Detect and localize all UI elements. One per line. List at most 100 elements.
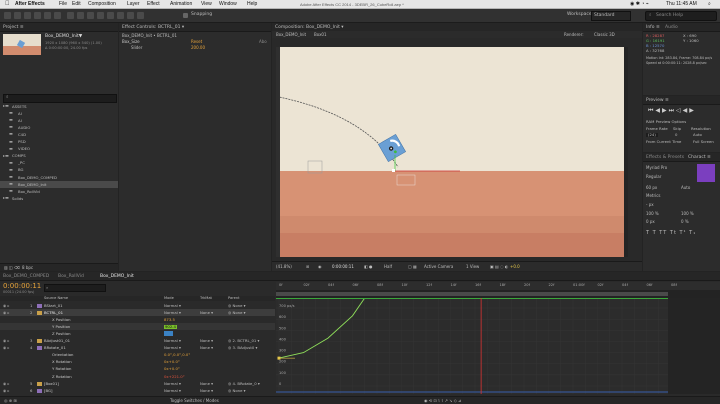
exposure-value[interactable]: +0.0 xyxy=(510,265,520,269)
layer-mode-select[interactable]: Normal ▾ xyxy=(164,388,181,393)
stroke-width-value[interactable]: - px xyxy=(646,203,654,207)
about-link[interactable]: Abo xyxy=(259,40,267,44)
menu-view[interactable]: View xyxy=(201,1,212,7)
work-area-bar[interactable] xyxy=(276,290,720,298)
layer-row[interactable]: ◉ ▸ 6 [BG] Normal ▾ None ▾ ◎ None ▾ xyxy=(0,387,275,394)
property-value-field[interactable] xyxy=(164,331,173,337)
layer-row[interactable]: ◉ ▸ 5 [Box01] Normal ▾ None ▾ ◎ 4. BRotate_0 … xyxy=(0,380,275,387)
visibility-toggle-icon[interactable]: ◉ ▸ xyxy=(3,346,9,350)
rotate-tool-icon[interactable] xyxy=(34,12,41,19)
effect-name[interactable]: Box_Size xyxy=(122,40,140,44)
work-area-range[interactable] xyxy=(276,292,668,296)
property-name[interactable]: Y Rotation xyxy=(52,367,71,371)
visibility-toggle-icon[interactable]: ◉ ▸ xyxy=(3,303,9,308)
project-tree-item[interactable]: ▬ VIDEO xyxy=(0,146,118,153)
layer-label-color[interactable] xyxy=(37,346,42,351)
reset-link[interactable]: Reset xyxy=(191,40,202,44)
visibility-toggle-icon[interactable]: ◉ ▸ xyxy=(3,310,9,315)
project-tree-item[interactable]: ▬ AUDIO xyxy=(0,124,118,131)
font-size-value[interactable]: 60 px xyxy=(646,186,657,190)
renderer-value[interactable]: Classic 3D xyxy=(594,33,615,37)
tab-project[interactable]: Project ≡ xyxy=(3,24,24,31)
magnification-select[interactable]: (41.8%) xyxy=(276,265,292,269)
layer-name[interactable]: BRotate_01 xyxy=(44,346,66,350)
font-family-select[interactable]: Myriad Pro xyxy=(646,166,667,170)
property-row[interactable]: Orientation 0.0°,0.0°,0.0° xyxy=(0,352,275,359)
resolution-select[interactable]: Auto xyxy=(693,133,702,137)
app-menu[interactable]: After Effects xyxy=(15,1,45,7)
snapshot-icon[interactable]: ◧ ● xyxy=(364,265,373,269)
property-value[interactable]: 0x+221.0° xyxy=(164,374,185,379)
property-value[interactable]: 0x+0.0° xyxy=(164,360,180,364)
property-row[interactable]: X Position 873.5 xyxy=(0,316,275,323)
visibility-toggle-icon[interactable]: ◉ ▸ xyxy=(3,388,9,393)
hand-tool-icon[interactable] xyxy=(14,12,21,19)
property-name[interactable]: X Rotation xyxy=(52,360,72,364)
column-trkmat[interactable]: TrkMat xyxy=(200,296,212,301)
layer-mode-select[interactable]: Normal ▾ xyxy=(164,381,181,386)
timeline-timecode[interactable]: 0:00:00:11 xyxy=(3,283,41,290)
property-value[interactable]: 873.5 xyxy=(164,317,175,322)
layer-trkmat-select[interactable]: None ▾ xyxy=(200,346,213,350)
font-style-select[interactable]: Regular xyxy=(646,175,661,179)
layer-name[interactable]: BStart_01 xyxy=(44,303,63,308)
menu-animation[interactable]: Animation xyxy=(170,1,192,7)
project-tree-item[interactable]: ▬ PSD xyxy=(0,139,118,146)
slider-value[interactable]: 200.00 xyxy=(191,46,205,50)
pen-tool-icon[interactable] xyxy=(77,12,84,19)
comp-flowchart-icon[interactable]: ◎ ⊕ ⊞ xyxy=(4,399,17,403)
layer-row[interactable]: ◉ ▸ 1 BStart_01 Normal ▾ ◎ None ▾ xyxy=(0,302,275,309)
comp-scrollbar[interactable] xyxy=(624,47,628,257)
project-tree-item[interactable]: ▬ Box_DEMO_Init xyxy=(0,181,118,189)
layer-trkmat-select[interactable]: None ▾ xyxy=(200,310,213,315)
project-search-input[interactable]: ⌕ xyxy=(3,94,117,103)
puppet-tool-icon[interactable] xyxy=(137,12,144,19)
layer-label-color[interactable] xyxy=(37,310,42,315)
pan-behind-tool-icon[interactable] xyxy=(54,12,61,19)
full-screen-checkbox[interactable]: Full Screen xyxy=(693,140,714,144)
snapping-checkbox[interactable] xyxy=(183,13,188,18)
tab-timeline-comp[interactable]: Box_DEMO_COMPED xyxy=(3,273,49,280)
project-tree-item[interactable]: ▬ AI xyxy=(0,117,118,124)
menu-layer[interactable]: Layer xyxy=(127,1,140,7)
text-style-buttons[interactable]: T T TT Tt T¹ T₁ xyxy=(646,231,696,236)
menu-edit[interactable]: Edit xyxy=(72,1,81,7)
vertical-scale-value[interactable]: 100 % xyxy=(646,212,659,216)
project-tree-item[interactable]: ▸▬ ASSETS xyxy=(0,103,118,110)
project-tree-item[interactable]: ▬ _PC xyxy=(0,160,118,167)
baseline-shift-value[interactable]: 0 px xyxy=(646,220,655,224)
current-time-display[interactable]: 0:00:00:11 xyxy=(332,265,354,269)
property-value[interactable]: 0.0°,0.0°,0.0° xyxy=(164,353,190,357)
graph-editor[interactable]: 700 px/s 600 500 400 300 200 100 0 xyxy=(276,278,720,394)
layer-label-color[interactable] xyxy=(37,339,42,343)
tab-effects-presets[interactable]: Effects & Presets xyxy=(646,154,684,161)
project-tree-item[interactable]: ▬ C4D xyxy=(0,131,118,138)
project-tree-item[interactable]: ▸▬ COMPS xyxy=(0,153,118,160)
graph-editor-tools-icon[interactable]: ◉ ⟲ ⊡ ⌇ ⌇ ↗ ↘ ◇ ⊿ xyxy=(424,399,461,403)
property-value[interactable]: 0x+0.0° xyxy=(164,367,180,371)
property-name[interactable]: Orientation xyxy=(52,353,73,357)
tab-composition[interactable]: Composition: Box_DEMO_Init ▾ xyxy=(275,24,344,31)
layer-parent-select[interactable]: ◎ 4. BRotate_0 ▾ xyxy=(228,381,260,386)
from-current-time-checkbox[interactable]: From Current Time xyxy=(646,140,681,144)
view-layout-select[interactable]: 1 View xyxy=(466,265,479,269)
property-name[interactable]: Y Position xyxy=(52,324,70,329)
project-tree-item[interactable]: ▸▬ Solids xyxy=(0,195,118,202)
grid-icon[interactable]: ⊞ xyxy=(306,265,309,269)
leading-value[interactable]: Auto xyxy=(681,186,690,190)
region-icon[interactable]: ▢ ▦ xyxy=(408,265,417,269)
playback-controls-icon[interactable]: ⏮◀▶⏭◁◀▶ xyxy=(648,108,696,114)
menu-effect[interactable]: Effect xyxy=(147,1,160,7)
tab-character[interactable]: Charact ≡ xyxy=(688,154,711,161)
property-row[interactable]: Z Position xyxy=(0,330,275,337)
speed-graph[interactable]: 700 px/s 600 500 400 300 200 100 0 xyxy=(276,278,720,394)
layer-trkmat-select[interactable]: None ▾ xyxy=(200,388,213,393)
eraser-tool-icon[interactable] xyxy=(117,12,124,19)
tab-audio[interactable]: Audio xyxy=(665,24,678,31)
breadcrumb-child[interactable]: Box01 xyxy=(314,33,327,37)
ram-preview-options[interactable]: RAM Preview Options xyxy=(646,120,686,124)
property-row[interactable]: Y Rotation 0x+0.0° xyxy=(0,366,275,373)
search-help-input[interactable]: ⌕ Search Help xyxy=(645,11,717,21)
roto-tool-icon[interactable] xyxy=(127,12,134,19)
column-source-name[interactable]: Source Name xyxy=(44,296,68,301)
